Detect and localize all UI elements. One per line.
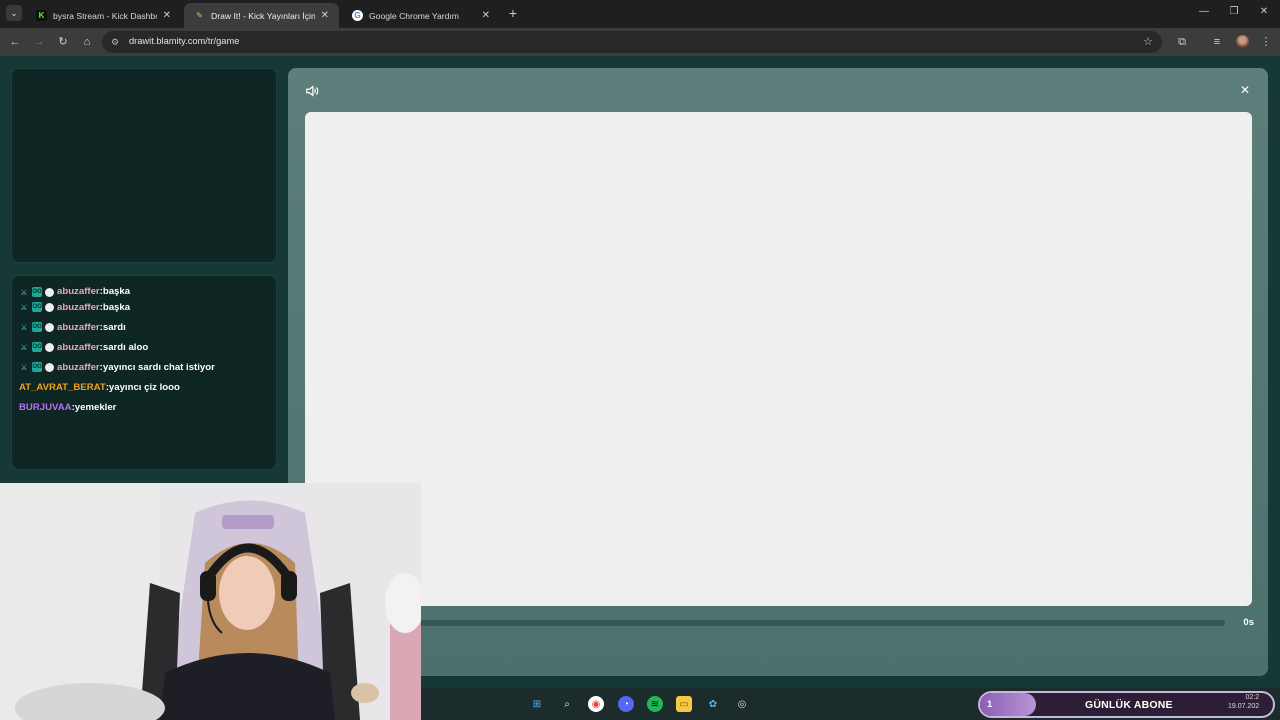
subscriber-badge-icon <box>45 342 54 352</box>
chat-username[interactable]: abuzaffer <box>57 322 100 333</box>
chat-message-text: yayıncı sardı chat istiyor <box>102 361 215 373</box>
bookmark-star-icon[interactable]: ☆ <box>1141 35 1155 49</box>
chat-username[interactable]: abuzaffer <box>57 342 100 353</box>
back-icon[interactable]: ← <box>8 35 22 49</box>
spotify-icon[interactable]: ≋ <box>647 696 663 712</box>
tab-close-icon[interactable]: ✕ <box>482 10 490 21</box>
drawing-canvas[interactable] <box>305 112 1252 606</box>
chat-username[interactable]: abuzaffer <box>57 362 100 373</box>
tab-chrome-help[interactable]: G Google Chrome Yardım ✕ <box>342 3 500 28</box>
menu-kebab-icon[interactable]: ⋮ <box>1259 35 1273 49</box>
chat-message-text: sardı <box>102 321 126 333</box>
tab-draw-it[interactable]: ✎ Draw It! - Kick Yayınları İçin Çizi ✕ <box>184 3 339 28</box>
chat-message-list: ⚔ OG abuzaffer: başka ⚔ OG abuzaffer: başka ⚔ OG a… <box>19 286 271 417</box>
tab-close-icon[interactable]: ✕ <box>163 10 171 21</box>
chat-message-text: başka <box>102 286 131 297</box>
chat-message: BURJUVAA: yemekler <box>19 397 271 417</box>
chrome-icon[interactable]: ◉ <box>588 696 604 712</box>
chat-message: ⚔ OG abuzaffer: başka <box>19 286 271 297</box>
browser-toolbar: ← → ↻ ⌂ ⚙ drawit.blamity.com/tr/game ☆ ⧉… <box>0 28 1280 56</box>
subscriber-badge-icon <box>45 322 54 332</box>
profile-avatar[interactable] <box>1236 35 1249 48</box>
window-close-icon[interactable]: ✕ <box>1254 6 1274 17</box>
subscriber-badge-icon <box>45 302 54 312</box>
tab-search-button[interactable]: ⌄ <box>6 5 22 21</box>
moderator-sword-icon: ⚔ <box>20 362 28 372</box>
chat-username[interactable]: BURJUVAA <box>19 402 72 413</box>
subscriber-badge-icon <box>45 288 54 297</box>
chat-message-text: başka <box>102 301 131 313</box>
webcam-overlay <box>0 483 421 720</box>
moderator-sword-icon: ⚔ <box>20 342 28 352</box>
subscriber-badge-icon <box>45 362 54 372</box>
og-badge-icon: OG <box>32 287 42 297</box>
search-icon[interactable]: ⌕ <box>559 696 575 712</box>
chat-message: ⚔ OG abuzaffer: yayıncı sardı chat istiyor <box>19 357 271 377</box>
stream-preview-panel <box>11 68 277 263</box>
chat-message-text: yayıncı çiz looo <box>108 381 180 393</box>
discord-icon[interactable]: ◔ <box>618 696 634 712</box>
url-text: drawit.blamity.com/tr/game <box>129 36 240 46</box>
media-control-icon[interactable]: ≡ <box>1210 35 1224 49</box>
google-logo-icon: G <box>352 10 363 21</box>
moderator-sword-icon: ⚔ <box>20 322 28 332</box>
chat-message: ⚔ OG abuzaffer: sardı aloo <box>19 337 271 357</box>
goal-count: 1 <box>987 699 993 710</box>
forward-icon[interactable]: → <box>32 35 46 49</box>
tab-label: Google Chrome Yardım <box>369 10 459 21</box>
new-tab-button[interactable]: + <box>505 5 521 21</box>
drawit-logo-icon: ✎ <box>196 11 203 20</box>
game-modal: ✕ 0s <box>288 68 1268 676</box>
chat-message: ⚔ OG abuzaffer: sardı <box>19 317 271 337</box>
chat-message-text: yemekler <box>74 401 117 413</box>
address-bar[interactable]: ⚙ drawit.blamity.com/tr/game <box>102 31 1162 53</box>
goal-label: GÜNLÜK ABONE <box>1085 699 1173 711</box>
windows-start-icon[interactable]: ⊞ <box>529 696 545 712</box>
clock-date: 19.07.202 <box>1228 703 1260 710</box>
chat-username[interactable]: AT_AVRAT_BERAT <box>19 382 106 393</box>
reload-icon[interactable]: ↻ <box>56 35 70 49</box>
chat-panel: ⚔ OG abuzaffer: başka ⚔ OG abuzaffer: başka ⚔ OG a… <box>11 275 277 470</box>
chat-username[interactable]: abuzaffer <box>57 286 100 297</box>
minimize-icon[interactable]: — <box>1194 6 1214 17</box>
file-explorer-icon[interactable]: ▭ <box>676 696 692 712</box>
timer-label: 0s <box>1243 617 1254 628</box>
close-icon[interactable]: ✕ <box>1240 83 1250 97</box>
os-taskbar: ⊞ ⌕ ◉ ◔ ≋ ▭ ✿ ◎ 1 GÜNLÜK ABONE 02:2 19.0… <box>421 688 1280 720</box>
og-badge-icon: OG <box>32 322 42 332</box>
app-icon[interactable]: ✿ <box>705 696 721 712</box>
obs-icon[interactable]: ◎ <box>734 696 750 712</box>
extensions-icon[interactable]: ⧉ <box>1175 35 1189 49</box>
tab-kick-dashboard[interactable]: K bysra Stream - Kick Dashboard ✕ <box>26 3 181 28</box>
tab-label: bysra Stream - Kick Dashboard <box>53 10 157 21</box>
og-badge-icon: OG <box>32 302 42 312</box>
moderator-sword-icon: ⚔ <box>20 302 28 312</box>
chat-message: ⚔ OG abuzaffer: başka <box>19 297 271 317</box>
timer-progress-bar <box>305 620 1225 626</box>
site-info-icon[interactable]: ⚙ <box>111 37 119 48</box>
chat-message: AT_AVRAT_BERAT: yayıncı çiz looo <box>19 377 271 397</box>
system-clock[interactable]: 02:2 19.07.202 <box>1228 693 1259 711</box>
browser-tab-bar: ⌄ K bysra Stream - Kick Dashboard ✕ ✎ Dr… <box>0 0 1280 28</box>
kick-logo-icon: K <box>36 10 47 21</box>
tab-label: Draw It! - Kick Yayınları İçin Çizi <box>211 10 315 21</box>
chat-message-text: sardı aloo <box>102 341 149 353</box>
tab-close-icon[interactable]: ✕ <box>321 10 329 21</box>
moderator-sword-icon: ⚔ <box>20 287 28 297</box>
modal-header: ✕ <box>288 68 1268 112</box>
webcam-feed <box>0 483 421 720</box>
home-icon[interactable]: ⌂ <box>80 35 94 49</box>
chat-username[interactable]: abuzaffer <box>57 302 100 313</box>
speaker-icon[interactable] <box>305 84 319 98</box>
clock-time: 02:2 <box>1245 694 1260 701</box>
og-badge-icon: OG <box>32 342 42 352</box>
og-badge-icon: OG <box>32 362 42 372</box>
restore-icon[interactable]: ❐ <box>1224 6 1244 17</box>
